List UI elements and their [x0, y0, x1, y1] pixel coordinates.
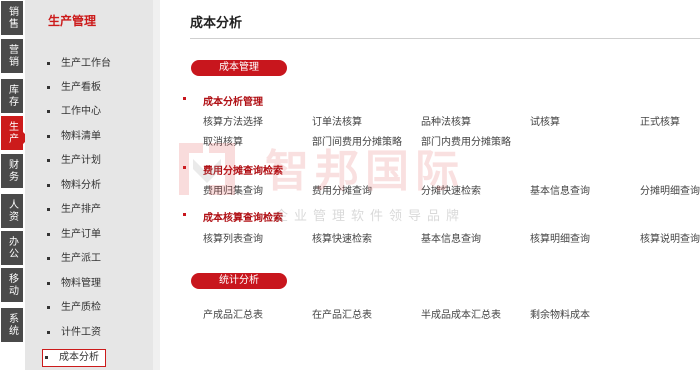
link-order-calc[interactable]: 订单法核算: [312, 113, 362, 128]
submenu: 生产管理 生产工作台 生产看板 工作中心 物料清单 生产计划 物料分析 生产排产…: [25, 0, 153, 370]
submenu-item-label: 生产计划: [61, 155, 101, 166]
link-trial-calc[interactable]: 试核算: [530, 113, 560, 128]
submenu-item-label: 生产排产: [61, 204, 101, 215]
link-basic-info-query-1[interactable]: 基本信息查询: [530, 182, 590, 197]
submenu-item-piece-wages[interactable]: 计件工资: [47, 325, 101, 341]
section-bullet-icon: [183, 97, 186, 100]
bullet-icon: [47, 158, 50, 162]
link-calc-method[interactable]: 核算方法选择: [203, 113, 263, 128]
section-title-cost-calc-query: 成本核算查询检索: [203, 213, 283, 224]
bullet-icon: [47, 85, 50, 89]
submenu-item-label: 生产质检: [61, 302, 101, 313]
submenu-item-label: 物料管理: [61, 278, 101, 289]
main-content: 成本分析 成本管理 成本分析管理 核算方法选择 订单法核算 品种法核算 试核算 …: [160, 0, 700, 370]
module-tabs: 销售 营销 库存 生产 财务 人资 办公 移动 系统: [0, 0, 29, 370]
module-tab-hr[interactable]: 人资: [1, 194, 23, 228]
submenu-title: 生产管理: [48, 14, 97, 28]
section-bullet-icon: [183, 213, 186, 216]
bullet-icon: [47, 183, 50, 187]
module-tab-finance[interactable]: 财务: [1, 154, 23, 188]
module-tab-marketing[interactable]: 营销: [1, 39, 23, 73]
link-inter-dept-alloc[interactable]: 部门间费用分摊策略: [312, 133, 402, 148]
link-formal-calc[interactable]: 正式核算: [640, 113, 680, 128]
submenu-item-label: 物料清单: [61, 131, 101, 142]
submenu-item-board[interactable]: 生产看板: [47, 80, 101, 96]
bullet-icon: [47, 109, 50, 113]
module-tab-office[interactable]: 办公: [1, 231, 23, 265]
submenu-item-label: 工作中心: [61, 106, 101, 117]
submenu-item-label: 计件工资: [61, 327, 101, 338]
module-tab-mobile[interactable]: 移动: [1, 268, 23, 302]
link-expense-alloc-query[interactable]: 费用分摊查询: [312, 182, 372, 197]
group-pill-statistics: 统计分析: [191, 273, 287, 289]
group-pill-cost-management: 成本管理: [191, 60, 287, 76]
link-finished-goods-summary[interactable]: 产成品汇总表: [203, 306, 263, 321]
submenu-item-label: 生产看板: [61, 82, 101, 93]
submenu-item-scheduling[interactable]: 生产排产: [47, 202, 101, 218]
link-alloc-detail-query[interactable]: 分摊明细查询: [640, 182, 700, 197]
submenu-item-dispatch[interactable]: 生产派工: [47, 251, 101, 267]
submenu-item-cost-analysis[interactable]: 成本分析: [42, 349, 106, 367]
link-calc-detail-query[interactable]: 核算明细查询: [530, 230, 590, 245]
submenu-item-label: 成本分析: [59, 352, 99, 363]
link-wip-summary[interactable]: 在产品汇总表: [312, 306, 372, 321]
submenu-item-label: 生产订单: [61, 229, 101, 240]
submenu-item-material-mgmt[interactable]: 物料管理: [47, 276, 101, 292]
bullet-icon: [47, 232, 50, 236]
submenu-item-work-center[interactable]: 工作中心: [47, 104, 101, 120]
link-calc-note-query[interactable]: 核算说明查询: [640, 230, 700, 245]
section-title-expense-alloc-query: 费用分摊查询检索: [203, 166, 283, 177]
bullet-icon: [47, 134, 50, 138]
link-calc-quick-search[interactable]: 核算快速检索: [312, 230, 372, 245]
bullet-icon: [47, 61, 50, 65]
bullet-icon: [47, 256, 50, 260]
bullet-icon: [45, 355, 48, 359]
submenu-item-orders[interactable]: 生产订单: [47, 227, 101, 243]
bullet-icon: [47, 305, 50, 309]
bullet-icon: [47, 330, 50, 334]
submenu-item-label: 物料分析: [61, 180, 101, 191]
section-bullet-icon: [183, 166, 186, 169]
column-divider: [153, 0, 160, 370]
link-expense-collect-query[interactable]: 费用归集查询: [203, 182, 263, 197]
link-basic-info-query-2[interactable]: 基本信息查询: [421, 230, 481, 245]
submenu-item-plan[interactable]: 生产计划: [47, 153, 101, 169]
submenu-item-workbench[interactable]: 生产工作台: [47, 56, 111, 72]
link-intra-dept-alloc[interactable]: 部门内费用分摊策略: [421, 133, 511, 148]
bullet-icon: [47, 207, 50, 211]
submenu-item-label: 生产工作台: [61, 58, 111, 69]
section-title-cost-analysis-mgmt: 成本分析管理: [203, 97, 263, 108]
link-cancel-calc[interactable]: 取消核算: [203, 133, 243, 148]
link-calc-list-query[interactable]: 核算列表查询: [203, 230, 263, 245]
submenu-item-label: 生产派工: [61, 253, 101, 264]
link-semi-finished-summary[interactable]: 半成品成本汇总表: [421, 306, 501, 321]
page-title: 成本分析: [190, 16, 243, 31]
module-tab-system[interactable]: 系统: [1, 308, 23, 342]
link-alloc-quick-search[interactable]: 分摊快速检索: [421, 182, 481, 197]
submenu-item-material-analysis[interactable]: 物料分析: [47, 178, 101, 194]
link-variety-calc[interactable]: 品种法核算: [421, 113, 471, 128]
module-tab-inventory[interactable]: 库存: [1, 79, 23, 113]
module-tab-sales[interactable]: 销售: [1, 1, 23, 35]
submenu-item-bom[interactable]: 物料清单: [47, 129, 101, 145]
module-tab-production[interactable]: 生产: [1, 116, 23, 150]
bullet-icon: [47, 281, 50, 285]
submenu-item-qc[interactable]: 生产质检: [47, 300, 101, 316]
link-remaining-material-cost[interactable]: 剩余物料成本: [530, 306, 590, 321]
title-divider: [190, 38, 700, 39]
